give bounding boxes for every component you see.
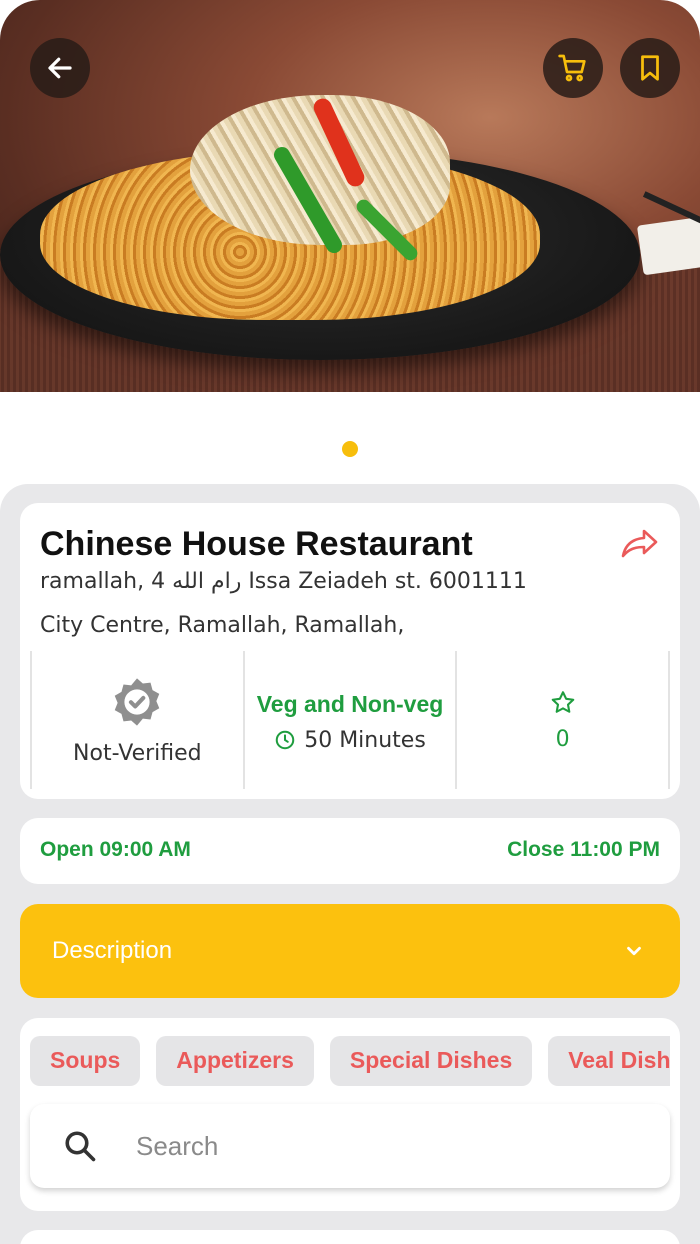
bookmark-icon <box>641 55 659 81</box>
restaurant-info-card: Chinese House Restaurant ramallah, 4 رام… <box>20 503 680 799</box>
category-chip-special-dishes[interactable]: Special Dishes <box>329 1036 533 1086</box>
rating-value: 0 <box>555 726 570 752</box>
delivery-time: 50 Minutes <box>304 727 426 753</box>
food-type: Veg and Non-veg <box>256 690 444 717</box>
bookmark-button[interactable] <box>620 38 680 98</box>
restaurant-screen: Chinese House Restaurant ramallah, 4 رام… <box>0 0 700 1244</box>
chevron-down-icon <box>627 946 641 956</box>
cart-icon <box>558 54 586 82</box>
category-chips[interactable]: Soups Appetizers Special Dishes Veal Dishes <box>30 1036 670 1086</box>
food-type-stat: Veg and Non-veg 50 Minutes <box>242 651 456 789</box>
share-icon[interactable] <box>620 525 660 561</box>
verified-badge-icon <box>115 677 160 726</box>
category-chip-soups[interactable]: Soups <box>30 1036 141 1086</box>
address-line-2: City Centre, Ramallah, Ramallah, <box>40 613 405 638</box>
arrow-left-icon <box>48 57 72 79</box>
rating-stat: 0 <box>455 651 671 789</box>
menu-card: Soups Appetizers Special Dishes Veal Dishes <box>20 1018 680 1211</box>
open-time: Open 09:00 AM <box>40 838 191 861</box>
category-chip-veal-dishes[interactable]: Veal Dishes <box>548 1036 670 1086</box>
category-chip-appetizers[interactable]: Appetizers <box>156 1036 314 1086</box>
stats-row: Not-Verified Veg and Non-veg 50 Minutes … <box>30 651 671 789</box>
cart-button[interactable] <box>543 38 603 98</box>
delivery-time-row: 50 Minutes <box>274 728 426 753</box>
description-label: Description <box>52 937 173 964</box>
star-icon <box>551 690 574 713</box>
verification-status: Not-Verified <box>73 740 202 766</box>
close-time: Close 11:00 PM <box>507 838 660 861</box>
back-button[interactable] <box>30 38 90 98</box>
search-icon <box>65 1131 96 1162</box>
carousel-indicator[interactable] <box>342 441 358 457</box>
search-input[interactable] <box>136 1124 636 1168</box>
search-bar[interactable] <box>30 1104 670 1188</box>
verification-stat: Not-Verified <box>30 651 243 789</box>
clock-icon <box>275 730 295 750</box>
menu-list-card <box>20 1230 680 1244</box>
opening-hours-card: Open 09:00 AM Close 11:00 PM <box>20 818 680 884</box>
address-line-1: ramallah, 4 رام الله Issa Zeiadeh st. 60… <box>40 569 527 594</box>
description-toggle[interactable]: Description <box>20 904 680 998</box>
restaurant-name: Chinese House Restaurant <box>40 525 473 563</box>
